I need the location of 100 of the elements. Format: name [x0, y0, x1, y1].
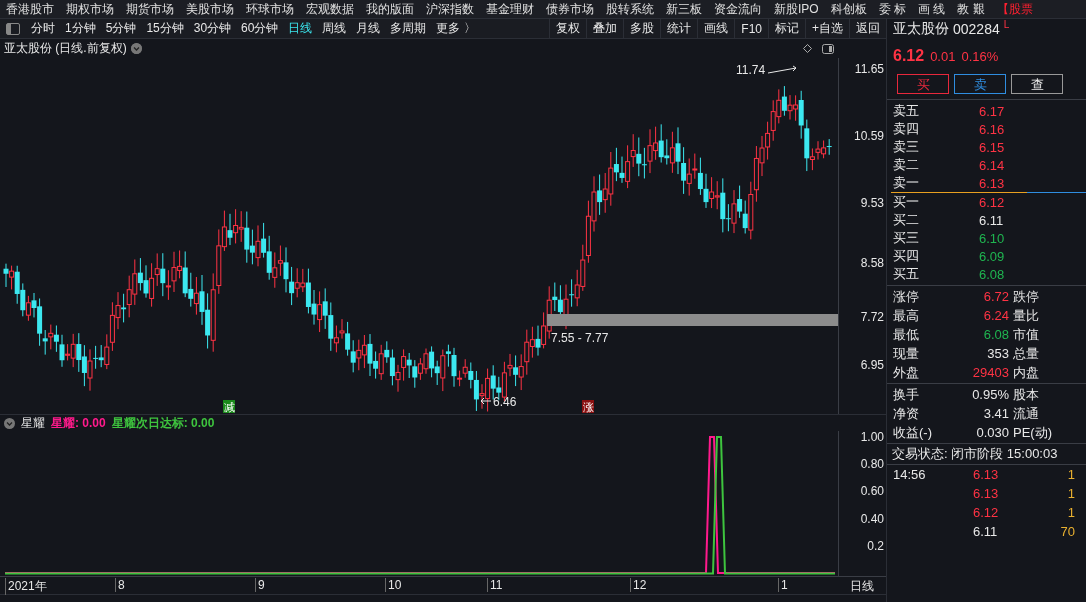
date-label: 11	[487, 578, 503, 592]
axis-label: 8.58	[860, 256, 884, 270]
axis-label: 11.65	[854, 62, 884, 76]
axis-label: 1.00	[860, 431, 884, 444]
trade-button[interactable]: 查	[1011, 74, 1063, 94]
menu-item[interactable]: 基金理财	[486, 0, 534, 18]
stat-value: 0.95%	[971, 387, 1010, 402]
stock-code: 002284	[953, 20, 1000, 37]
stat-label: 内盘	[1013, 363, 1040, 382]
menu-item[interactable]: 我的版面	[366, 0, 414, 18]
menu-item[interactable]: 新三板	[666, 0, 702, 18]
tick-price: 6.12	[973, 505, 1000, 520]
axis-label: 9.53	[860, 196, 884, 210]
menu-item[interactable]: 香港股市	[6, 0, 54, 18]
tick-time: 14:56	[893, 467, 927, 482]
menu-item[interactable]: 资金流向	[714, 0, 762, 18]
menu-item[interactable]: 画 线	[918, 0, 946, 18]
change-percent: 0.16%	[961, 49, 999, 64]
toolbar-button[interactable]: 统计	[660, 19, 698, 38]
stat-label: 外盘	[893, 363, 920, 382]
menu-item[interactable]: 宏观数据	[306, 0, 354, 18]
menu-item[interactable]: 期货市场	[126, 0, 174, 18]
order-label: 买五	[893, 265, 920, 283]
menu-item[interactable]: 委 标	[878, 0, 906, 18]
arrow-icon	[480, 397, 492, 405]
period-tab[interactable]: 更多 〉	[431, 20, 481, 37]
menu-item[interactable]: 科创板	[830, 0, 867, 18]
stat-value: 29403	[971, 365, 1010, 380]
menu-item[interactable]: 教 艱	[957, 0, 985, 18]
panel-toggle-icon[interactable]	[822, 43, 834, 54]
menu-item[interactable]: 【股票	[996, 0, 1033, 18]
toolbar-button[interactable]: F10	[734, 19, 768, 38]
stat-label: 收益(-)	[893, 423, 933, 442]
toolbar-button[interactable]: 多股	[623, 19, 661, 38]
stat-label: 总量	[1013, 344, 1040, 363]
date-label: 10	[385, 578, 402, 592]
price-change: 0.01	[930, 49, 956, 64]
tick-volume: 70	[1059, 524, 1075, 539]
order-price: 6.12	[979, 194, 1006, 210]
toolbar-button[interactable]: 返回	[849, 19, 886, 38]
menu-item[interactable]: 债券市场	[546, 0, 594, 18]
order-label: 卖四	[893, 120, 920, 138]
trade-button[interactable]: 卖	[954, 74, 1006, 94]
period-tab[interactable]: 日线	[283, 20, 318, 37]
order-label: 买一	[893, 193, 920, 211]
menu-item[interactable]: 环球市场	[246, 0, 294, 18]
period-tab[interactable]: 月线	[351, 20, 386, 37]
period-tab[interactable]: 多周期	[385, 20, 432, 37]
tick-price: 6.13	[973, 467, 1000, 482]
stat-label: 股本	[1013, 385, 1040, 404]
order-price: 6.08	[979, 266, 1006, 282]
axis-label: 6.95	[860, 358, 884, 372]
period-tab[interactable]: 1分钟	[60, 20, 101, 37]
menu-item[interactable]: 新股IPO	[774, 0, 819, 18]
period-tab[interactable]: 60分钟	[236, 20, 284, 37]
toolbar-button[interactable]: 标记	[768, 19, 805, 38]
toolbar-button[interactable]: +自选	[805, 19, 849, 38]
diamond-icon[interactable]	[803, 44, 812, 53]
date-label: 12	[630, 578, 647, 592]
stat-value: 3.41	[982, 406, 1010, 421]
range-label: 7.55 - 7.77	[551, 331, 609, 345]
arrow-icon	[767, 65, 797, 74]
indicator-name: 星耀	[21, 414, 45, 432]
menu-item[interactable]: 期权市场	[66, 0, 114, 18]
dropdown-icon[interactable]	[4, 417, 15, 429]
period-tab[interactable]: 5分钟	[100, 20, 142, 37]
order-price: 6.15	[979, 139, 1006, 155]
order-price: 6.09	[979, 248, 1006, 264]
date-label: 1	[778, 578, 788, 592]
stat-value: 6.72	[982, 289, 1010, 304]
tick-volume: 1	[1066, 486, 1075, 501]
stat-label: 现量	[893, 344, 920, 363]
stat-label: 净资	[893, 404, 920, 423]
axis-label: 7.72	[860, 310, 884, 324]
trade-button[interactable]: 买	[897, 74, 949, 94]
period-tab[interactable]: 15分钟	[141, 20, 189, 37]
menu-item[interactable]: 美股市场	[186, 0, 234, 18]
period-tab[interactable]: 周线	[317, 20, 352, 37]
menu-item[interactable]: 沪深指数	[426, 0, 474, 18]
toolbar-button[interactable]: 复权	[549, 19, 587, 38]
indicator-value: 星耀次日达标: 0.00	[111, 414, 215, 432]
axis-label: 0.2	[867, 539, 884, 553]
last-price: 6.12	[893, 47, 925, 65]
date-label: 2021年	[5, 578, 47, 595]
order-label: 卖五	[893, 102, 920, 120]
toolbar-button[interactable]: 叠加	[586, 19, 624, 38]
period-tab[interactable]: 分时	[26, 20, 60, 37]
toolbar-button[interactable]: 画线	[697, 19, 735, 38]
period-tab[interactable]: 30分钟	[188, 20, 237, 37]
stat-label: 量比	[1013, 306, 1040, 325]
order-label: 买三	[893, 229, 920, 247]
dropdown-icon[interactable]	[130, 43, 142, 54]
stat-label: 市值	[1013, 325, 1040, 344]
date-label: 9	[255, 578, 265, 592]
indicator-value: 星耀: 0.00	[51, 414, 106, 432]
axis-label: 10.59	[853, 129, 884, 143]
sidebar-toggle-icon[interactable]	[6, 22, 20, 35]
trade-status: 交易状态: 闭市阶段 15:00:03	[892, 445, 1058, 463]
stat-value: 6.24	[982, 308, 1010, 323]
menu-item[interactable]: 股转系统	[606, 0, 654, 18]
